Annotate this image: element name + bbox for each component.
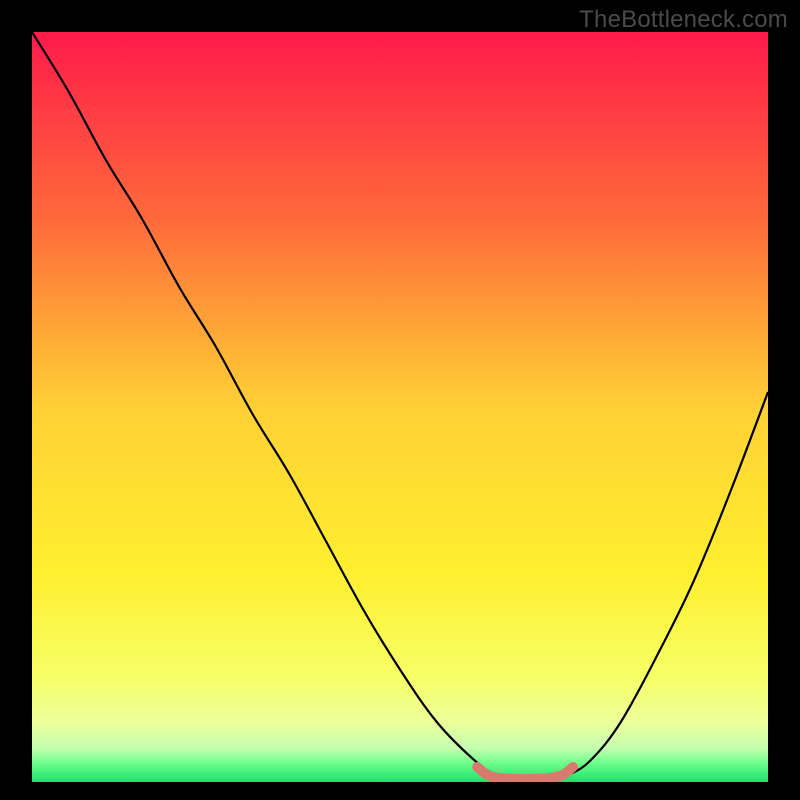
watermark-text: TheBottleneck.com (579, 6, 788, 34)
chart-svg (32, 32, 768, 782)
bottleneck-plot (32, 32, 768, 782)
chart-frame: TheBottleneck.com (0, 0, 800, 800)
